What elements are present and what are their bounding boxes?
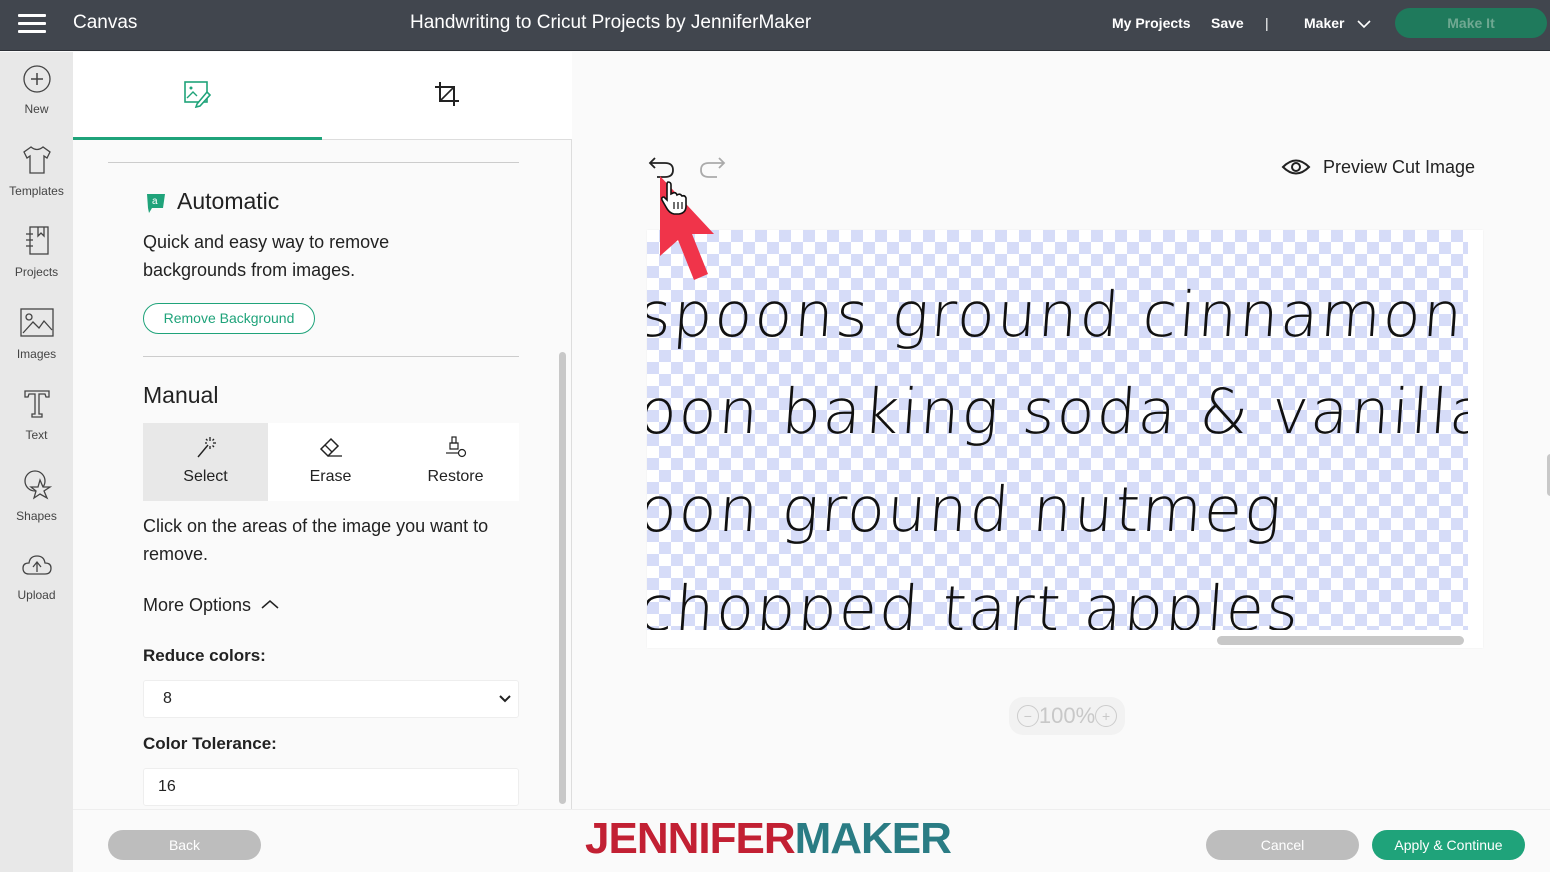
machine-selector[interactable]: Maker bbox=[1304, 15, 1344, 31]
sidebar-item-templates[interactable]: Templates bbox=[0, 144, 73, 200]
canvas-area: Preview Cut Image spoons ground cinnamon… bbox=[573, 52, 1550, 809]
handwriting-line: oon baking soda & vanilla bbox=[647, 375, 1468, 448]
automatic-description: Quick and easy way to remove backgrounds… bbox=[143, 228, 389, 284]
reduce-colors-label: Reduce colors: bbox=[143, 646, 266, 665]
description-line: backgrounds from images. bbox=[143, 260, 356, 280]
chevron-down-icon[interactable] bbox=[1356, 14, 1372, 34]
handwriting-line: chopped tart apples bbox=[647, 572, 1303, 630]
handwriting-line: spoons ground cinnamon bbox=[647, 278, 1467, 351]
color-tolerance-input[interactable]: 16 bbox=[143, 768, 519, 806]
hand-cursor-icon bbox=[660, 181, 687, 215]
erase-tool-button[interactable]: Erase bbox=[268, 423, 393, 501]
image-preview-frame: spoons ground cinnamon oon baking soda &… bbox=[647, 230, 1550, 648]
restore-tool-button[interactable]: Restore bbox=[393, 423, 518, 501]
divider bbox=[108, 162, 519, 163]
tool-label: Erase bbox=[309, 468, 352, 485]
chevron-down-icon bbox=[499, 695, 511, 703]
manual-instruction: Click on the areas of the image you want… bbox=[143, 512, 488, 568]
image-canvas[interactable]: spoons ground cinnamon oon baking soda &… bbox=[647, 230, 1468, 630]
sidebar-item-new[interactable]: New bbox=[0, 64, 73, 118]
cloud-upload-icon bbox=[21, 555, 52, 575]
brand-part-jennifer: JENNIFER bbox=[585, 814, 796, 863]
eye-icon bbox=[1281, 159, 1311, 175]
more-options-toggle[interactable]: More Options bbox=[143, 595, 280, 616]
reduce-colors-value: 8 bbox=[163, 690, 172, 707]
restore-brush-icon bbox=[445, 436, 466, 458]
zoom-control: − 100% + bbox=[1009, 697, 1125, 735]
zoom-level: 100% bbox=[1038, 703, 1096, 728]
magic-wand-icon bbox=[196, 437, 216, 458]
preview-cut-image-button[interactable]: Preview Cut Image bbox=[1281, 156, 1475, 178]
separator: | bbox=[1265, 15, 1269, 31]
footer-bar: Back JENNIFERMAKER Cancel Apply & Contin… bbox=[73, 809, 1550, 872]
sidebar-item-upload[interactable]: Upload bbox=[0, 552, 73, 604]
eraser-icon bbox=[319, 437, 342, 458]
panel-tabs bbox=[73, 52, 572, 140]
manual-title: Manual bbox=[143, 382, 219, 408]
instruction-line: remove. bbox=[143, 544, 209, 564]
automatic-title: Automatic bbox=[177, 188, 280, 214]
zoom-in-button[interactable]: + bbox=[1095, 705, 1118, 727]
tool-label: Select bbox=[183, 468, 228, 485]
horizontal-scrollbar[interactable] bbox=[1217, 636, 1464, 645]
brand-part-maker: MAKER bbox=[794, 814, 952, 863]
left-sidebar: New Templates Projects Images Text Shape… bbox=[0, 52, 73, 872]
sidebar-label: Templates bbox=[9, 184, 64, 198]
tshirt-icon bbox=[22, 146, 51, 174]
cancel-button[interactable]: Cancel bbox=[1206, 830, 1359, 860]
sidebar-label: Upload bbox=[17, 588, 56, 602]
sidebar-item-text[interactable]: Text bbox=[0, 388, 73, 444]
crop-icon bbox=[435, 82, 459, 106]
tab-crop[interactable] bbox=[323, 52, 572, 140]
brand-logo: JENNIFERMAKER bbox=[585, 814, 952, 864]
reduce-colors-select[interactable]: 8 bbox=[143, 680, 519, 718]
svg-text:a: a bbox=[152, 196, 158, 207]
tool-label: Restore bbox=[427, 468, 484, 485]
notebook-icon bbox=[25, 226, 49, 255]
image-icon bbox=[19, 308, 54, 337]
chevron-up-icon bbox=[261, 600, 279, 609]
sidebar-label: Images bbox=[16, 347, 57, 361]
apply-continue-button[interactable]: Apply & Continue bbox=[1372, 830, 1525, 860]
document-title: Handwriting to Cricut Projects by Jennif… bbox=[410, 12, 812, 33]
sidebar-label: New bbox=[24, 102, 49, 116]
app-name: Canvas bbox=[73, 12, 138, 33]
save-link[interactable]: Save bbox=[1211, 15, 1244, 31]
remove-background-button[interactable]: Remove Background bbox=[143, 303, 315, 334]
top-bar: Canvas Handwriting to Cricut Projects by… bbox=[0, 0, 1550, 51]
back-button[interactable]: Back bbox=[108, 830, 261, 860]
make-it-button[interactable]: Make It bbox=[1395, 8, 1547, 38]
sidebar-item-images[interactable]: Images bbox=[0, 307, 73, 363]
select-tool-button[interactable]: Select bbox=[143, 423, 268, 501]
manual-tool-group: Select Erase Restore bbox=[143, 423, 519, 501]
tab-background-remover[interactable] bbox=[73, 52, 322, 140]
my-projects-link[interactable]: My Projects bbox=[1112, 15, 1191, 31]
menu-icon[interactable] bbox=[18, 14, 46, 34]
sidebar-item-projects[interactable]: Projects bbox=[0, 225, 73, 281]
sidebar-item-shapes[interactable]: Shapes bbox=[0, 469, 73, 525]
sidebar-label: Projects bbox=[14, 265, 59, 279]
zoom-out-button[interactable]: − bbox=[1016, 705, 1039, 727]
image-edit-icon bbox=[184, 81, 211, 108]
more-options-label: More Options bbox=[143, 595, 252, 615]
plus-circle-icon bbox=[22, 65, 51, 93]
handwriting-line: oon ground nutmeg bbox=[647, 473, 1286, 546]
background-remover-panel: a Automatic Quick and easy way to remove… bbox=[73, 52, 572, 809]
text-t-icon bbox=[23, 390, 50, 418]
instruction-line: Click on the areas of the image you want… bbox=[143, 516, 489, 536]
divider bbox=[143, 356, 519, 357]
panel-scrollbar[interactable] bbox=[559, 352, 566, 804]
description-line: Quick and easy way to remove bbox=[143, 232, 390, 252]
automatic-badge-icon: a bbox=[147, 194, 165, 213]
preview-label: Preview Cut Image bbox=[1323, 156, 1476, 177]
color-tolerance-label: Color Tolerance: bbox=[143, 734, 277, 753]
sidebar-label: Text bbox=[25, 428, 48, 442]
shapes-icon bbox=[23, 470, 52, 500]
sidebar-label: Shapes bbox=[16, 509, 57, 523]
